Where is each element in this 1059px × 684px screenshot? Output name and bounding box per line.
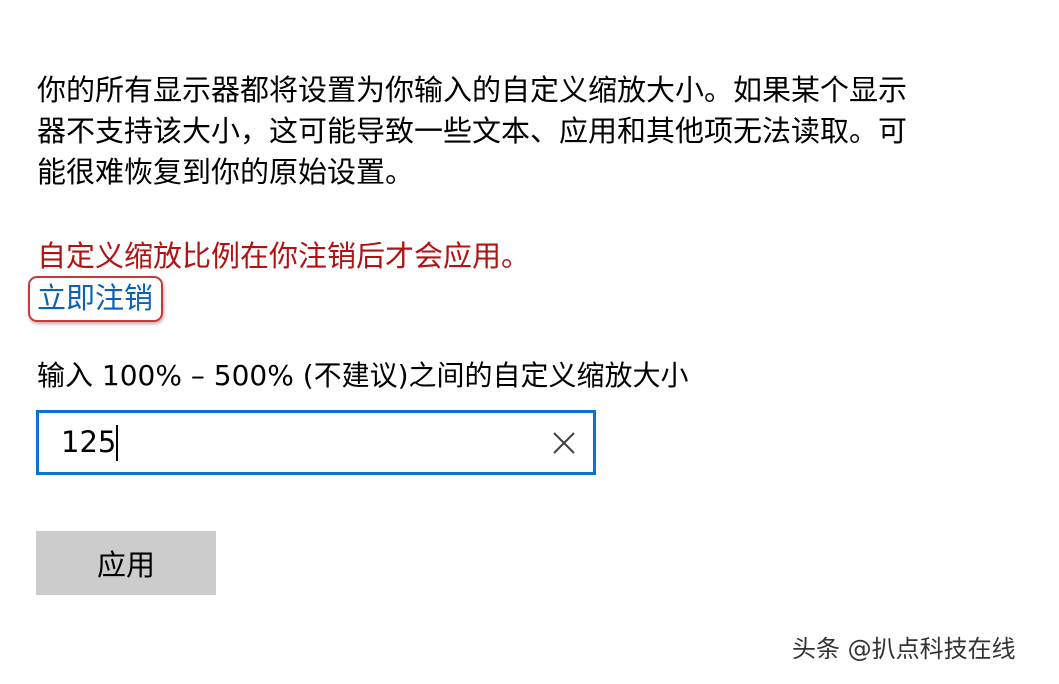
signout-highlight: 立即注销	[28, 276, 164, 322]
description-text: 你的所有显示器都将设置为你输入的自定义缩放大小。如果某个显示器不支持该大小，这可…	[37, 73, 908, 189]
signout-warning: 自定义缩放比例在你注销后才会应用。	[37, 239, 531, 273]
custom-scale-input-box[interactable]	[36, 410, 596, 475]
watermark-text: 头条 @扒点科技在线	[792, 635, 1016, 663]
text-caret	[116, 425, 118, 461]
clear-input-button[interactable]	[549, 428, 579, 458]
custom-scale-input[interactable]	[61, 421, 521, 463]
custom-scale-label: 输入 100% – 500% (不建议)之间的自定义缩放大小	[37, 359, 689, 392]
apply-button[interactable]: 应用	[36, 531, 216, 595]
close-icon	[553, 432, 575, 454]
signout-now-link[interactable]: 立即注销	[37, 280, 153, 316]
